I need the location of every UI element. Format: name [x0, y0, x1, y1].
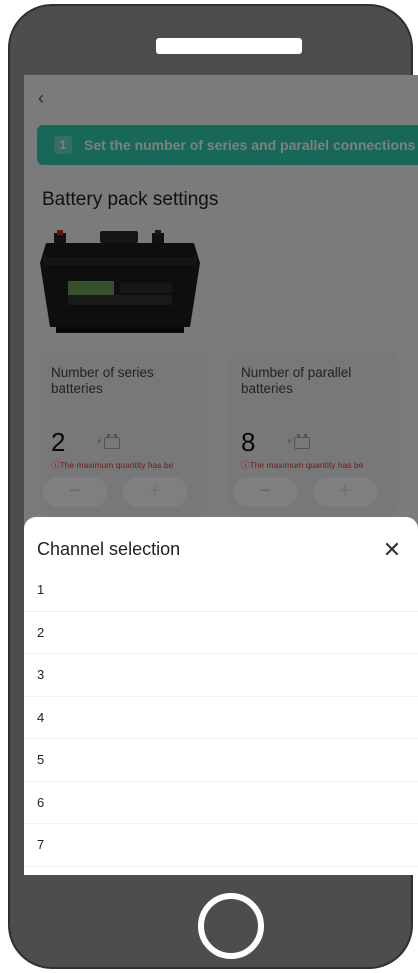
channel-option[interactable]: 6: [24, 782, 418, 824]
channel-list: 1 2 3 4 5 6 7: [24, 569, 418, 867]
sheet-title: Channel selection: [37, 539, 181, 559]
channel-option[interactable]: 2: [24, 612, 418, 654]
channel-option[interactable]: 4: [24, 697, 418, 739]
channel-option[interactable]: 5: [24, 739, 418, 782]
sheet-header: Channel selection ✕: [24, 517, 418, 569]
home-button[interactable]: [198, 893, 264, 959]
channel-option[interactable]: 7: [24, 824, 418, 867]
speaker-slot: [156, 38, 302, 54]
channel-option[interactable]: 3: [24, 654, 418, 697]
close-icon[interactable]: ✕: [381, 539, 403, 561]
channel-option[interactable]: 1: [24, 569, 418, 612]
screen: ‹ 1 Set the number of series and paralle…: [24, 75, 418, 875]
channel-selection-sheet: Channel selection ✕ 1 2 3 4 5 6 7: [24, 517, 418, 875]
